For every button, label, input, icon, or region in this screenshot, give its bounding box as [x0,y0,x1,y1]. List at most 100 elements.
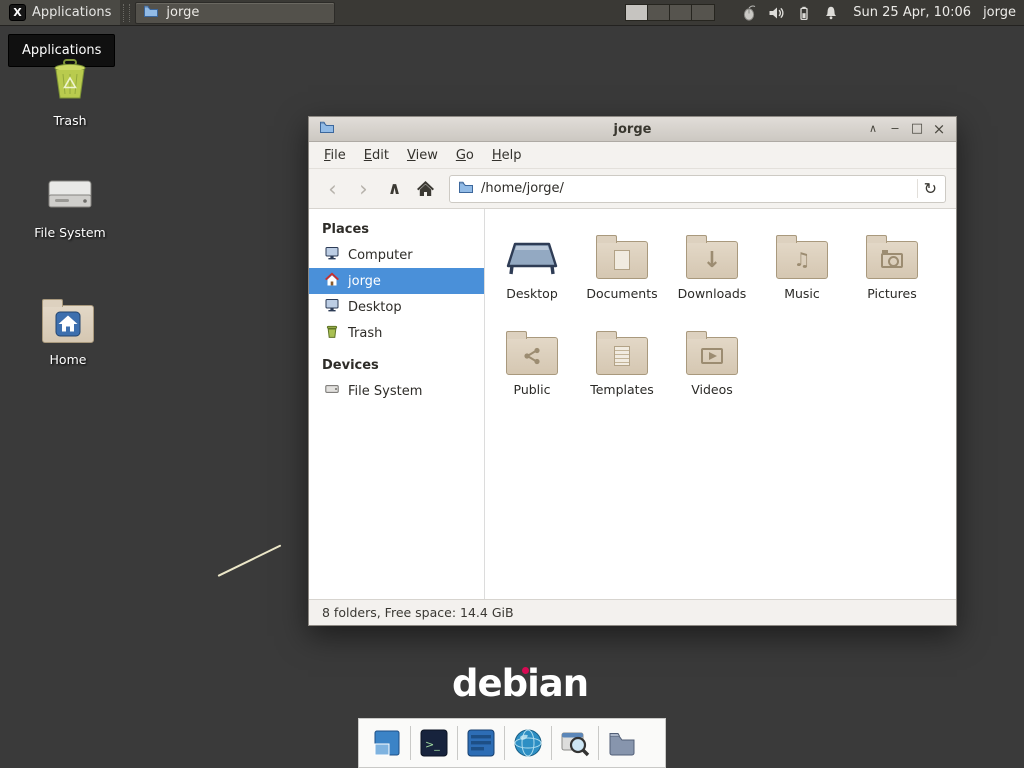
share-emblem-icon [507,338,557,374]
debian-wordmark: debian [452,662,588,705]
desktop-icon-trash[interactable]: Trash [25,58,115,128]
desktop-icon-filesystem[interactable]: File System [25,176,115,240]
sidebar-item-desktop[interactable]: Desktop [309,294,484,320]
folder-item-templates[interactable]: Templates [577,317,667,413]
sidebar-item-filesystem[interactable]: File System [309,378,484,404]
sidebar-item-label: Computer [348,248,413,263]
dock-separator [598,726,599,760]
desktop-icon-label: Home [50,352,87,367]
web-browser-launcher[interactable] [507,722,549,764]
workspace-1[interactable] [626,5,648,20]
dock-separator [410,726,411,760]
mouse-settings-icon[interactable] [741,4,757,21]
desktop-icon-home[interactable]: Home [23,298,113,367]
up-button[interactable]: ∧ [381,175,408,202]
menu-edit[interactable]: Edit [355,144,398,167]
workspace-3[interactable] [670,5,692,20]
menu-view[interactable]: View [398,144,447,167]
user-menu[interactable]: jorge [983,5,1016,20]
file-manager-window: jorge ∧ ‒ □ × File Edit View Go Help ‹ ›… [308,116,957,626]
menu-go[interactable]: Go [447,144,483,167]
back-button[interactable]: ‹ [319,175,346,202]
sidebar-item-label: File System [348,384,422,399]
panel-separator [123,4,130,22]
debian-logo: debian [452,662,588,705]
sidebar-header-devices: Devices [309,353,484,378]
sidebar-item-trash[interactable]: Trash [309,320,484,346]
path-text[interactable]: /home/jorge/ [481,181,910,196]
menu-help[interactable]: Help [483,144,531,167]
folder-item-music[interactable]: ♫ Music [757,221,847,317]
maximize-button[interactable]: □ [906,117,928,141]
home-folder-icon [324,271,340,291]
document-emblem-icon [614,250,630,270]
dock-separator [457,726,458,760]
menu-file[interactable]: File [315,144,355,167]
folder-icon [866,241,918,279]
close-button[interactable]: × [928,117,950,141]
window-titlebar[interactable]: jorge ∧ ‒ □ × [309,117,956,142]
sidebar-item-computer[interactable]: Computer [309,242,484,268]
desktop-desk-icon [504,225,560,279]
tooltip-text: Applications [22,43,101,58]
status-bar: 8 folders, Free space: 14.4 GiB [309,599,956,625]
workspace-2[interactable] [648,5,670,20]
shade-button[interactable]: ∧ [862,117,884,141]
task-window-title: jorge [166,5,199,20]
sidebar-header-places: Places [309,217,484,242]
home-icon [42,305,94,345]
folder-label: Music [784,286,820,301]
terminal-launcher[interactable]: >_ [413,722,455,764]
folder-item-documents[interactable]: Documents [577,221,667,317]
battery-icon[interactable] [796,5,812,21]
clock[interactable]: Sun 25 Apr, 10:06 [853,5,971,20]
forward-button[interactable]: › [350,175,377,202]
toolbar: ‹ › ∧ /home/jorge/ ↻ [309,169,956,209]
download-arrow-icon: ↓ [687,242,737,278]
dock-panel: >_ [358,718,666,768]
folder-item-downloads[interactable]: ↓ Downloads [667,221,757,317]
workspace-switcher[interactable] [625,4,715,21]
folder-icon [686,337,738,375]
minimize-button[interactable]: ‒ [884,117,906,141]
folder-item-desktop[interactable]: Desktop [487,221,577,317]
filesystem-icon [45,176,95,218]
home-button[interactable] [412,175,439,202]
folder-item-pictures[interactable]: Pictures [847,221,937,317]
folder-label: Templates [590,382,654,397]
computer-icon [324,245,340,265]
workspace-4[interactable] [692,5,714,20]
folder-label: Downloads [678,286,747,301]
text-editor-launcher[interactable] [460,722,502,764]
folder-icon [596,241,648,279]
sidebar-item-jorge[interactable]: jorge [309,268,484,294]
folder-label: Public [514,382,551,397]
taskbar-window-button[interactable]: jorge [135,2,335,24]
show-desktop-button[interactable] [366,722,408,764]
folder-item-public[interactable]: Public [487,317,577,413]
menu-bar: File Edit View Go Help [309,142,956,169]
folder-view[interactable]: Desktop Documents ↓ Downloads ♫ Music [485,209,956,599]
application-finder-launcher[interactable] [554,722,596,764]
folder-label: Pictures [867,286,917,301]
file-manager-launcher[interactable] [601,722,643,764]
debian-red-dot [522,667,529,674]
folder-item-videos[interactable]: Videos [667,317,757,413]
applications-menu-button[interactable]: X Applications [0,0,120,25]
trash-small-icon [324,323,340,343]
camera-emblem-icon [881,253,903,268]
desktop-monitor-icon [324,297,340,317]
status-text: 8 folders, Free space: 14.4 GiB [322,605,514,620]
dock-separator [504,726,505,760]
path-folder-icon [458,179,474,199]
notification-bell-icon[interactable] [823,5,839,21]
music-note-icon: ♫ [777,242,827,278]
reload-button[interactable]: ↻ [917,179,937,198]
window-title: jorge [309,122,956,137]
folder-icon: ↓ [686,241,738,279]
desktop-line-artifact [218,544,282,576]
system-tray [741,4,839,21]
location-bar[interactable]: /home/jorge/ ↻ [449,175,946,203]
folder-label: Desktop [506,286,558,301]
volume-icon[interactable] [768,5,785,21]
